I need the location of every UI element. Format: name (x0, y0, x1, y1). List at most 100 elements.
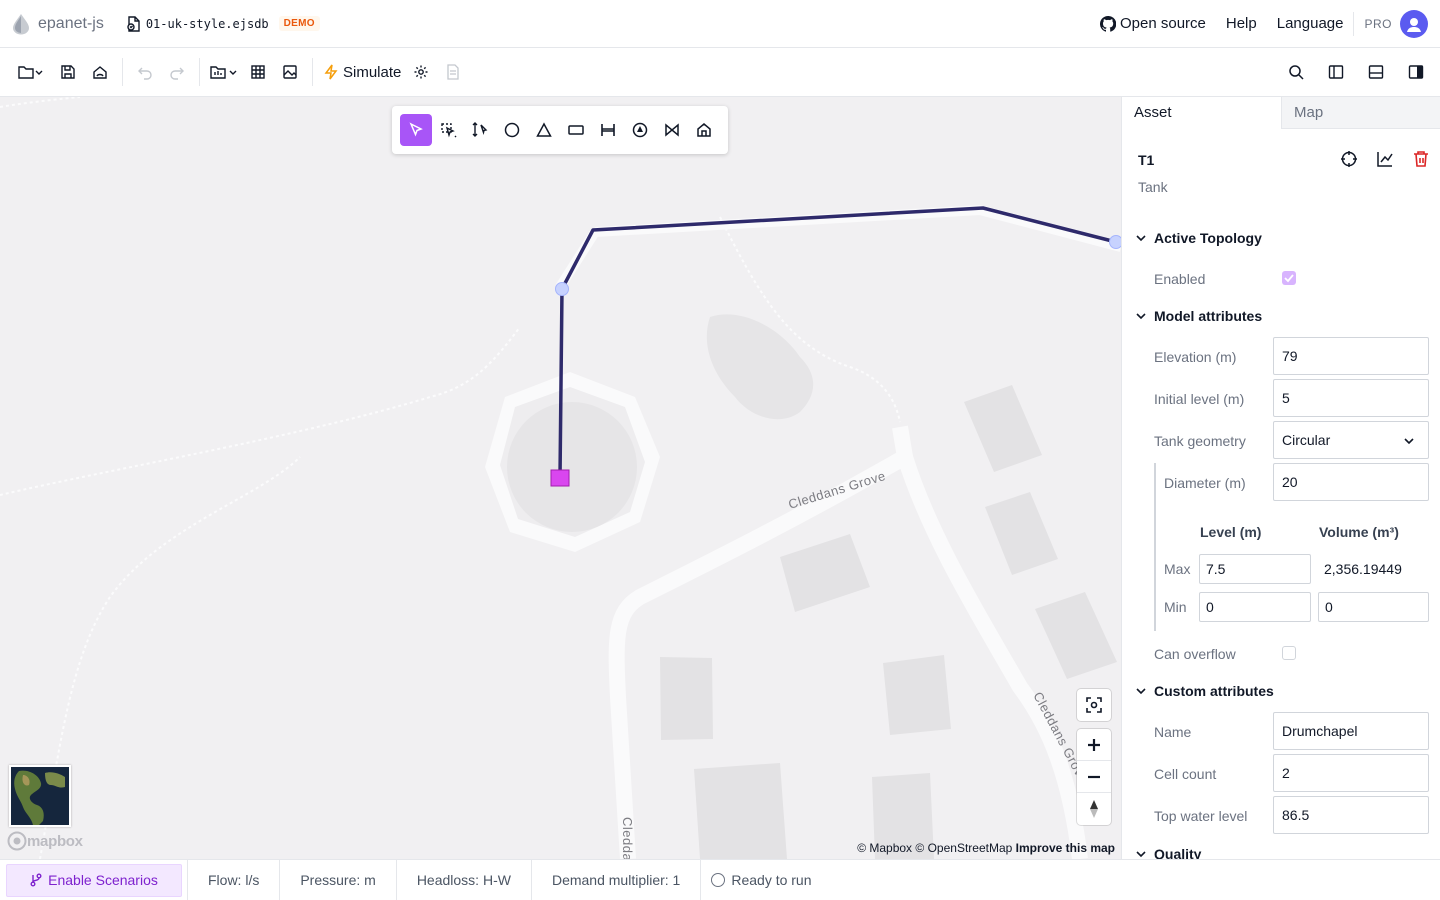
cloud-save-icon (93, 66, 107, 79)
elevation-input[interactable]: 79 (1273, 337, 1429, 375)
simulate-button[interactable]: Simulate (319, 56, 405, 88)
tab-map[interactable]: Map (1281, 97, 1440, 129)
zoom-out-button[interactable] (1077, 761, 1111, 793)
app-name: epanet-js (38, 14, 104, 32)
top-water-level-input[interactable]: 86.5 (1273, 796, 1429, 834)
pressure-units[interactable]: Pressure: m (279, 859, 395, 900)
name-input[interactable]: Drumchapel (1273, 712, 1429, 750)
line-chart-icon (1377, 152, 1393, 167)
chart-button[interactable] (1367, 150, 1403, 168)
junction-node[interactable] (555, 282, 569, 296)
max-row-label: Max (1164, 561, 1191, 577)
toolbar-divider (199, 58, 200, 86)
initial-level-input[interactable]: 5 (1273, 379, 1429, 417)
select-tool[interactable] (400, 114, 432, 146)
tank-node-selected[interactable] (550, 469, 570, 487)
lasso-select-icon (441, 123, 457, 138)
panel-tabs: Asset Map (1122, 97, 1440, 129)
map-canvas[interactable]: Cleddans Grove Cleddans Grove Cledda map… (0, 97, 1121, 859)
file-indicator[interactable]: 01-uk-style.ejsdb DEMO (126, 15, 320, 32)
house-icon (697, 123, 711, 137)
table-button[interactable] (242, 56, 274, 88)
search-icon (1289, 65, 1304, 80)
user-icon (1407, 17, 1421, 32)
tab-asset[interactable]: Asset (1122, 97, 1281, 129)
import-menu-button[interactable] (206, 56, 242, 88)
report-button[interactable] (437, 56, 469, 88)
improve-map-link[interactable]: Improve this map (1016, 841, 1115, 855)
diameter-input[interactable]: 20 (1273, 463, 1429, 501)
section-quality[interactable]: Quality (1136, 846, 1201, 859)
zoom-to-asset-button[interactable] (1331, 150, 1367, 168)
customer-tool[interactable] (688, 114, 720, 146)
flow-units[interactable]: Flow: l/s (187, 859, 279, 900)
valve-tool[interactable] (656, 114, 688, 146)
redo-button[interactable] (161, 56, 193, 88)
min-level-input[interactable]: 0 (1199, 592, 1311, 622)
simulation-settings-button[interactable] (405, 56, 437, 88)
bottom-panel-toggle[interactable] (1360, 56, 1392, 88)
search-button[interactable] (1280, 56, 1312, 88)
panel-bottom-icon (1368, 65, 1384, 79)
compass-button[interactable] (1077, 793, 1111, 825)
section-active-topology[interactable]: Active Topology (1136, 230, 1262, 246)
delete-asset-button[interactable] (1403, 150, 1439, 168)
globe-minimap[interactable] (9, 765, 71, 827)
left-panel-toggle[interactable] (1320, 56, 1352, 88)
mapbox-icon (7, 831, 27, 851)
toolbar-divider (122, 58, 123, 86)
pipe-tool[interactable] (592, 114, 624, 146)
undo-button[interactable] (129, 56, 161, 88)
sidebar-left-icon (1328, 65, 1344, 79)
street-label: Cledda (620, 817, 635, 859)
language-link[interactable]: Language (1277, 15, 1344, 32)
mapbox-attribution-link[interactable]: © Mapbox (857, 841, 912, 855)
can-overflow-checkbox[interactable] (1282, 646, 1296, 660)
pump-icon (632, 122, 648, 138)
reshape-tool[interactable] (464, 114, 496, 146)
status-bar: Enable Scenarios Flow: l/s Pressure: m H… (0, 859, 1440, 900)
asset-type: Tank (1138, 179, 1168, 195)
max-level-input[interactable]: 7.5 (1199, 554, 1311, 584)
open-menu-button[interactable] (12, 56, 48, 88)
max-volume-value: 2,356.19449 (1324, 561, 1402, 577)
save-button[interactable] (52, 56, 84, 88)
save-as-button[interactable] (84, 56, 116, 88)
lightning-icon (324, 64, 338, 80)
min-volume-input[interactable]: 0 (1318, 592, 1429, 622)
valve-icon (665, 123, 679, 137)
osm-attribution-link[interactable]: © OpenStreetMap (915, 841, 1012, 855)
github-icon (1100, 15, 1116, 32)
junction-node[interactable] (1109, 235, 1122, 249)
pump-tool[interactable] (624, 114, 656, 146)
chevron-down-icon (1404, 438, 1414, 445)
help-link[interactable]: Help (1226, 15, 1257, 32)
locate-button[interactable] (1077, 689, 1111, 721)
table-icon (251, 65, 265, 79)
headloss-formula[interactable]: Headloss: H-W (395, 859, 531, 900)
section-model-attributes[interactable]: Model attributes (1136, 308, 1262, 324)
diameter-label: Diameter (m) (1164, 475, 1246, 491)
asset-id: T1 (1138, 152, 1155, 168)
tank-geometry-select[interactable]: Circular (1273, 421, 1429, 459)
zoom-in-button[interactable] (1077, 729, 1111, 761)
app-logo[interactable]: epanet-js (12, 13, 104, 35)
section-custom-attributes[interactable]: Custom attributes (1136, 683, 1274, 699)
mapbox-logo[interactable]: mapbox (7, 831, 83, 851)
junction-tool[interactable] (496, 114, 528, 146)
lasso-select-tool[interactable] (432, 114, 464, 146)
street-label: Cleddans Grove (786, 468, 887, 512)
map-image-button[interactable] (274, 56, 306, 88)
enable-scenarios-button[interactable]: Enable Scenarios (6, 863, 182, 897)
pro-badge[interactable]: PRO (1364, 17, 1392, 31)
demand-multiplier[interactable]: Demand multiplier: 1 (530, 859, 700, 900)
reservoir-tool[interactable] (528, 114, 560, 146)
cell-count-input[interactable]: 2 (1273, 754, 1429, 792)
open-source-link[interactable]: Open source (1100, 15, 1206, 32)
enabled-checkbox[interactable] (1282, 271, 1296, 285)
right-panel-toggle[interactable] (1400, 56, 1432, 88)
avatar[interactable] (1400, 9, 1428, 38)
tank-tool[interactable] (560, 114, 592, 146)
open-source-label: Open source (1119, 15, 1206, 32)
simulation-status-label: Ready to run (731, 872, 812, 888)
